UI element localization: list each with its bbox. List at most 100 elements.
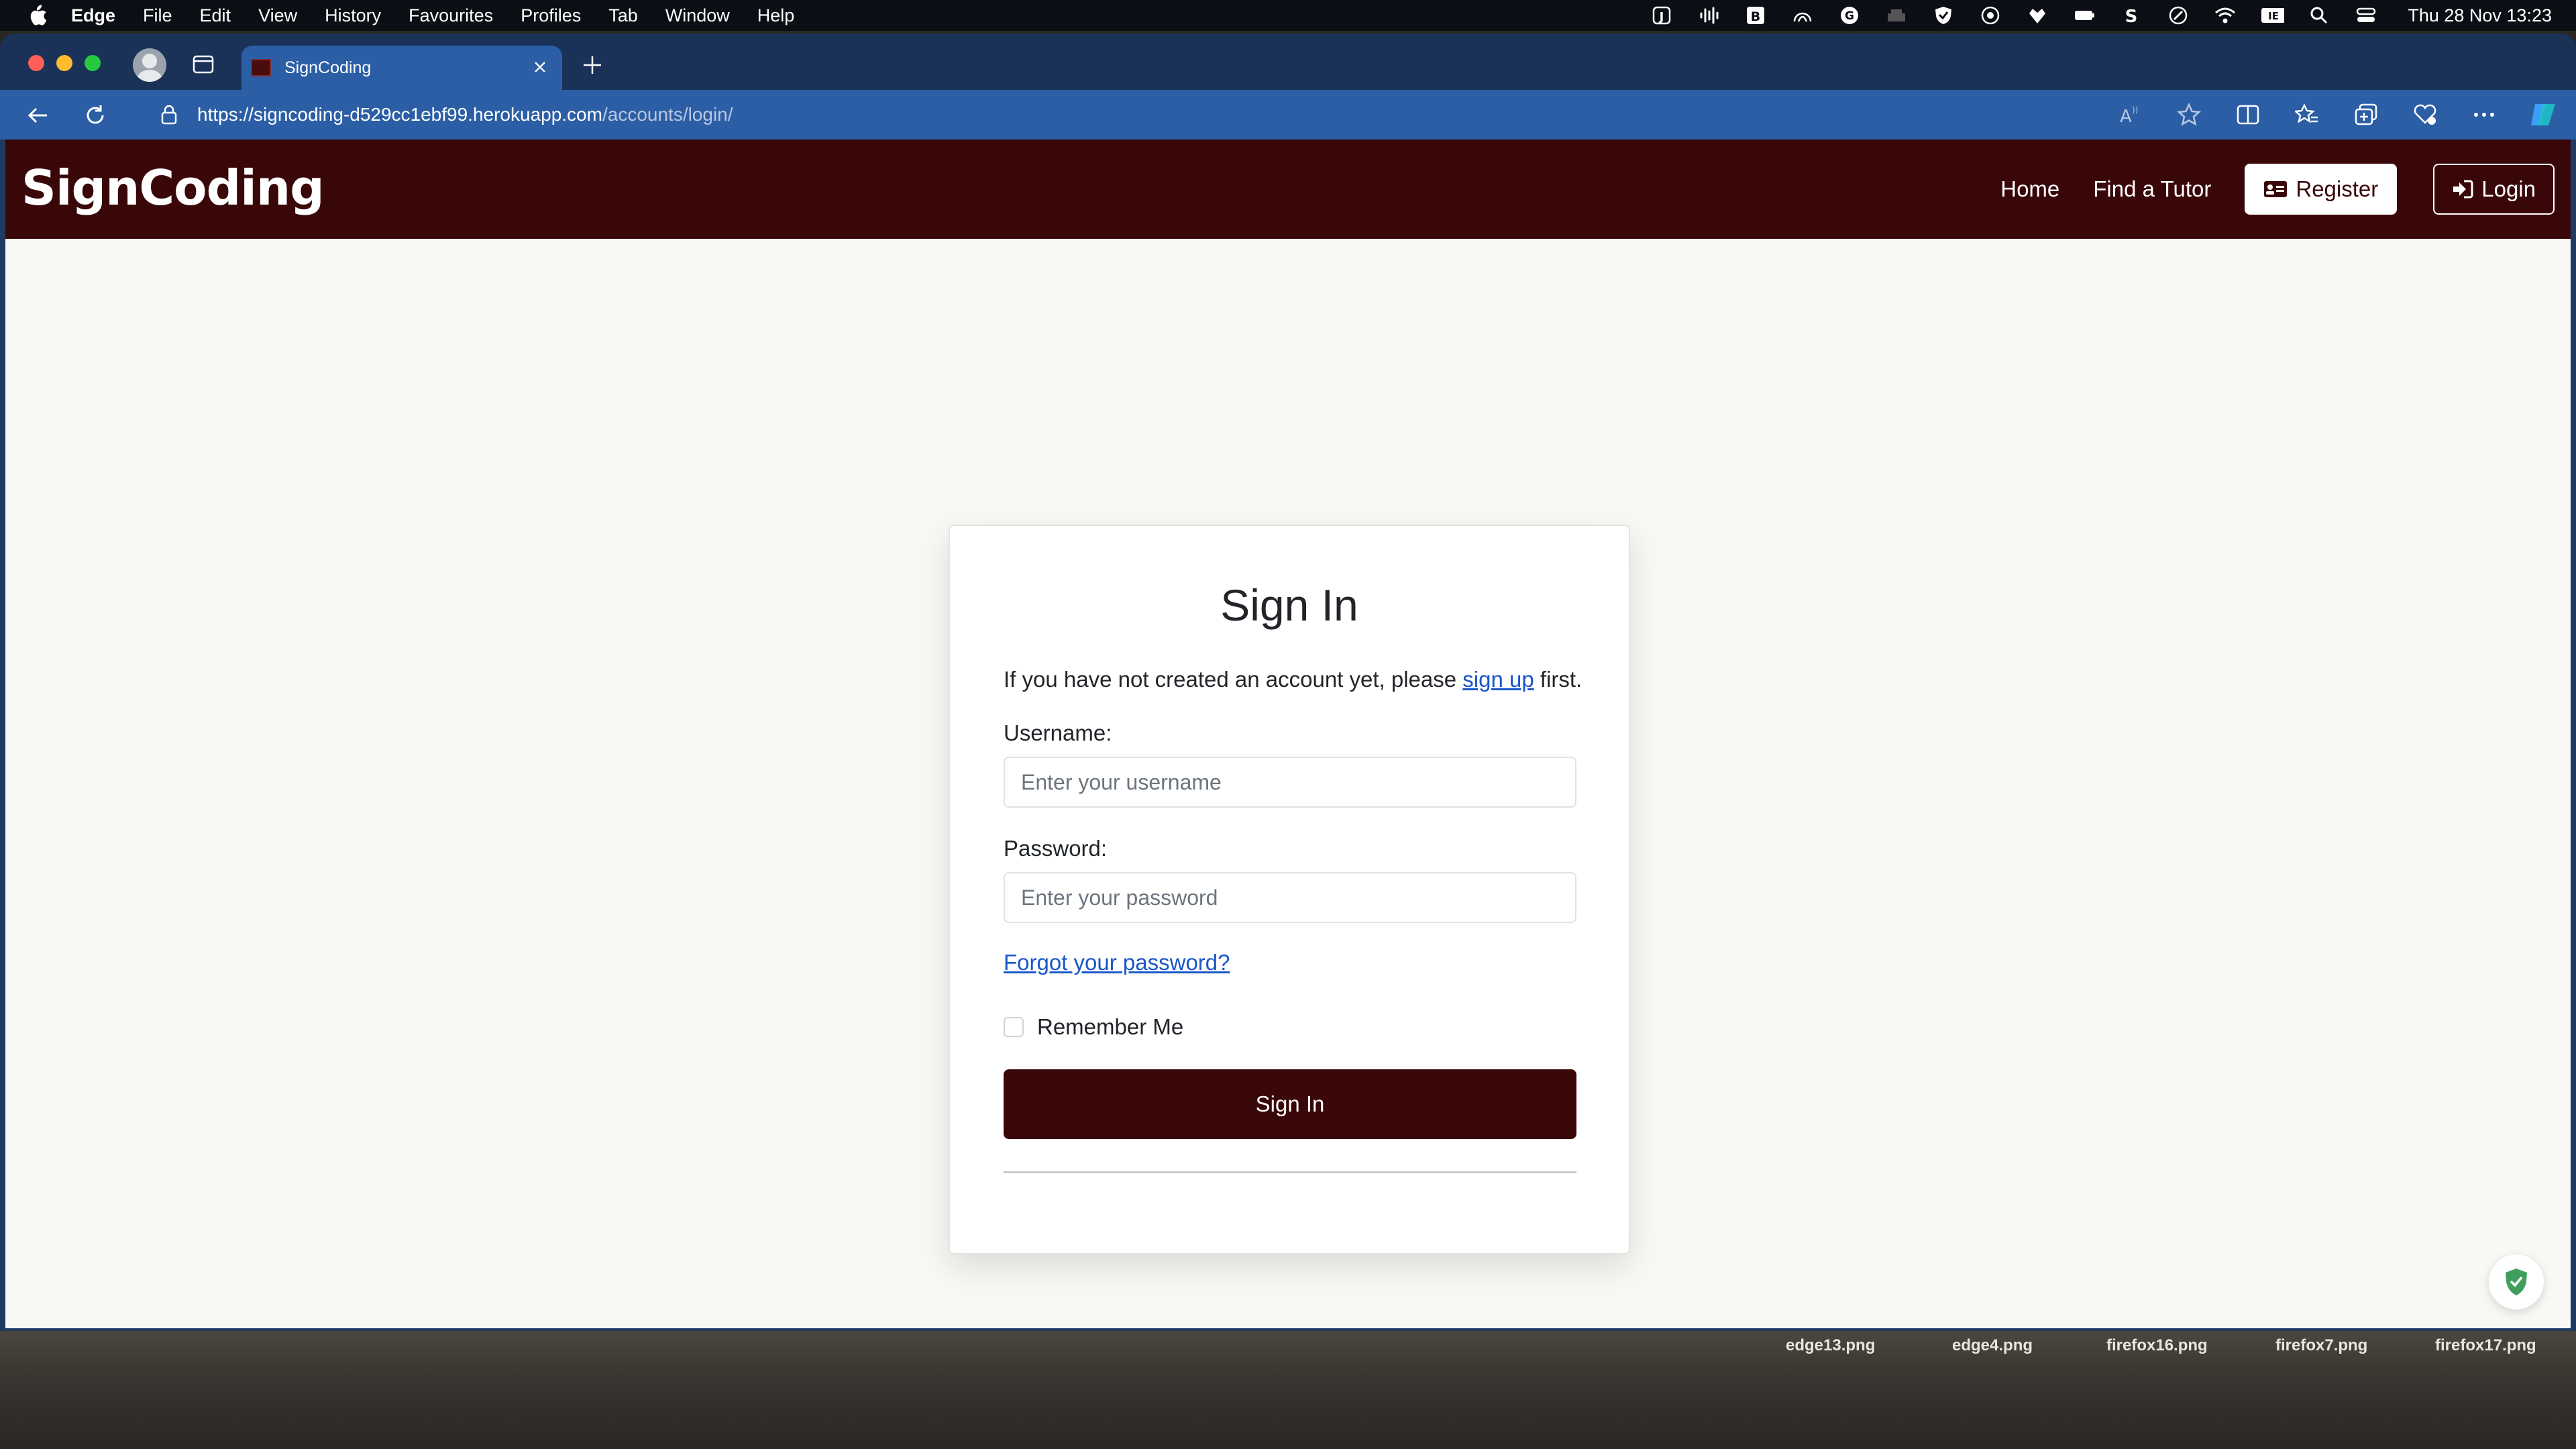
gauge-icon[interactable] [1790,5,1815,26]
spotlight-search-icon[interactable] [2307,5,2331,26]
svg-text:IE: IE [2268,10,2279,22]
svg-text:A: A [2120,107,2132,126]
heart-check-icon[interactable] [2025,5,2049,26]
remember-me-label: Remember Me [1037,1014,1184,1039]
zoom-window-button[interactable] [85,55,101,71]
wifi-icon[interactable] [2213,5,2237,26]
svg-text:B: B [1751,9,1760,24]
read-aloud-icon[interactable]: A)) [2114,99,2145,130]
grammarly-icon[interactable]: G [1837,5,1862,26]
shield-vpn-icon[interactable] [1931,5,1955,26]
svg-text:J: J [1658,10,1664,24]
battery-icon[interactable] [2072,5,2096,26]
target-icon[interactable] [1978,5,2002,26]
desktop-files: edge13.png edge4.png firefox16.png firef… [0,1336,2576,1363]
dollar-icon[interactable]: S [2119,5,2143,26]
sign-in-title: Sign In [1220,580,1358,630]
split-screen-icon[interactable] [2233,99,2263,130]
menu-help[interactable]: Help [757,5,795,26]
menu-file[interactable]: File [143,5,172,26]
svg-text:S: S [2125,7,2138,25]
collections-icon[interactable] [2351,99,2381,130]
apple-icon[interactable] [27,5,48,26]
app-menu: Edge File Edit View History Favourites P… [71,5,822,26]
remember-me-checkbox[interactable] [1004,1017,1024,1037]
site-brand-logo[interactable]: SignCoding [21,160,325,216]
macos-menu-bar: Edge File Edit View History Favourites P… [0,0,2576,31]
favorite-star-icon[interactable] [2174,99,2204,130]
menu-edit[interactable]: Edit [200,5,231,26]
password-label: Password: [1004,836,1108,861]
security-shield-icon[interactable] [2489,1254,2544,1309]
username-input[interactable] [1004,757,1576,808]
login-button[interactable]: Login [2433,164,2555,215]
forgot-password-link[interactable]: Forgot your password? [1004,950,1230,975]
sign-up-prompt: If you have not created an account yet, … [1004,667,1582,692]
url-text[interactable]: https://signcoding-d529cc1ebf99.herokuap… [197,104,733,125]
close-tab-icon[interactable] [530,57,550,77]
intro-text-after: first. [1534,667,1582,692]
nav-find-tutor-link[interactable]: Find a Tutor [2093,176,2211,202]
control-center-icon[interactable] [2354,5,2378,26]
minimize-window-button[interactable] [56,55,72,71]
menu-profiles[interactable]: Profiles [521,5,581,26]
password-input[interactable] [1004,872,1576,923]
favorites-icon[interactable] [2292,99,2322,130]
desktop-file[interactable]: firefox7.png [2275,1336,2367,1355]
status-tray: J B G S IE Thu 28 Nov 13:23 [1650,0,2552,31]
refresh-icon[interactable] [80,101,110,130]
tab-bar: SignCoding [0,34,2576,90]
desktop-file[interactable]: firefox16.png [2106,1336,2208,1355]
copilot-icon[interactable] [2528,99,2559,130]
menu-app-name[interactable]: Edge [71,5,115,26]
back-arrow-icon[interactable] [23,101,52,130]
window-controls [28,55,101,71]
new-tab-icon[interactable] [581,54,604,76]
close-window-button[interactable] [28,55,44,71]
nav-home-link[interactable]: Home [2000,176,2059,202]
site-favicon [251,59,271,76]
url-path: /accounts/login/ [602,104,733,125]
j-app-icon[interactable]: J [1650,5,1674,26]
tab-signcoding[interactable]: SignCoding [241,46,562,90]
input-source-icon[interactable]: IE [2260,5,2285,26]
desktop-file[interactable]: edge13.png [1786,1336,1875,1355]
svg-text:G: G [1845,9,1854,23]
audio-wave-icon[interactable] [1697,5,1721,26]
card-divider [1004,1171,1576,1173]
browser-window: SignCoding https://signcoding-d529cc1ebf… [0,34,2576,1331]
register-button[interactable]: Register [2245,164,2398,215]
menu-favourites[interactable]: Favourites [409,5,493,26]
desktop-file[interactable]: firefox17.png [2435,1336,2536,1355]
sign-in-icon [2453,180,2473,199]
b-app-icon[interactable]: B [1743,5,1768,26]
menu-window[interactable]: Window [665,5,730,26]
sign-in-submit-button[interactable]: Sign In [1004,1069,1576,1139]
desktop-file[interactable]: edge4.png [1952,1336,2033,1355]
remember-me-option[interactable]: Remember Me [1004,1014,1183,1040]
menu-view[interactable]: View [258,5,297,26]
menu-tab[interactable]: Tab [608,5,638,26]
register-label: Register [2296,176,2379,201]
page-viewport: SignCoding Home Find a Tutor Register Lo… [5,140,2571,1328]
site-nav-links: Home Find a Tutor Register Login [2000,164,2555,215]
menubar-clock[interactable]: Thu 28 Nov 13:23 [2408,5,2552,26]
username-label: Username: [1004,720,1112,745]
tab-title: SignCoding [284,58,372,77]
browser-essentials-icon[interactable] [2410,99,2440,130]
menu-history[interactable]: History [325,5,381,26]
tab-actions-icon[interactable] [192,54,215,75]
intro-text-before: If you have not created an account yet, … [1004,667,1463,692]
url-bar[interactable]: https://signcoding-d529cc1ebf99.herokuap… [138,97,2191,133]
dock-app-icon[interactable] [1884,5,1909,26]
lock-icon[interactable] [157,103,181,127]
sign-up-link[interactable]: sign up [1462,667,1534,692]
profile-avatar[interactable] [133,48,166,82]
id-card-icon [2264,181,2288,197]
svg-text:)): )) [2132,105,2138,115]
more-options-icon[interactable] [2469,99,2500,130]
compass-icon[interactable] [2166,5,2190,26]
browser-tools: A)) [2114,90,2576,140]
url-host: https://signcoding-d529cc1ebf99.herokuap… [197,104,602,125]
address-toolbar: https://signcoding-d529cc1ebf99.herokuap… [0,90,2576,140]
